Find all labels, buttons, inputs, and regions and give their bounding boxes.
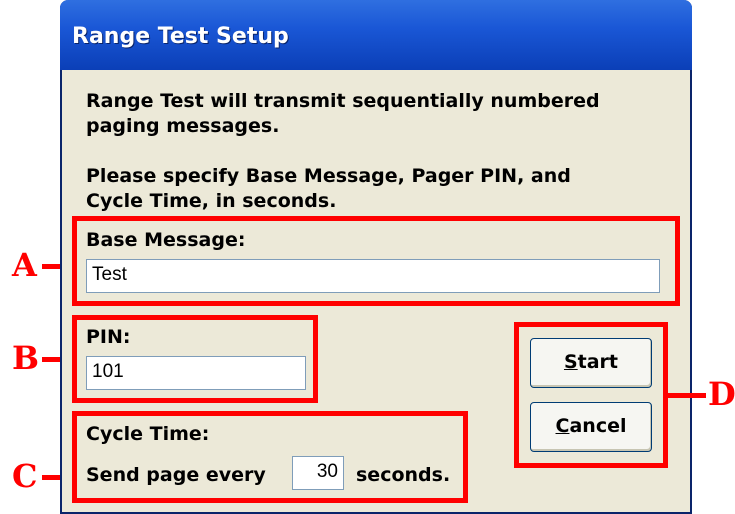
instruction-line-2: Cycle Time, in seconds. bbox=[86, 190, 337, 212]
seconds-label: seconds. bbox=[356, 464, 451, 486]
start-mnemonic: S bbox=[563, 351, 578, 373]
cancel-button[interactable]: Cancel bbox=[530, 402, 652, 452]
instruction-line-1: Please specify Base Message, Pager PIN, … bbox=[86, 165, 571, 187]
pin-label: PIN: bbox=[86, 326, 131, 348]
title-bar[interactable]: Range Test Setup bbox=[60, 0, 692, 70]
start-button[interactable]: Start bbox=[530, 338, 652, 388]
range-test-setup-dialog: Range Test Setup Range Test will transmi… bbox=[60, 0, 692, 514]
cycle-time-label: Cycle Time: bbox=[86, 423, 210, 445]
dialog-title: Range Test Setup bbox=[72, 24, 289, 49]
base-message-input[interactable]: Test bbox=[86, 259, 660, 293]
callout-a: A bbox=[12, 246, 37, 284]
callout-c: C bbox=[12, 457, 38, 495]
send-page-every-label: Send page every bbox=[86, 464, 266, 486]
cycle-time-input[interactable]: 30 bbox=[292, 456, 344, 490]
cancel-label-rest: ancel bbox=[569, 415, 627, 437]
start-label-rest: tart bbox=[577, 351, 619, 373]
callout-d: D bbox=[708, 375, 735, 413]
intro-line-2: paging messages. bbox=[86, 115, 280, 137]
cancel-mnemonic: C bbox=[555, 415, 570, 437]
base-message-label: Base Message: bbox=[86, 229, 246, 251]
pin-input[interactable]: 101 bbox=[86, 356, 306, 390]
callout-d-line bbox=[666, 393, 706, 398]
intro-line-1: Range Test will transmit sequentially nu… bbox=[86, 90, 600, 112]
callout-b: B bbox=[12, 339, 40, 377]
